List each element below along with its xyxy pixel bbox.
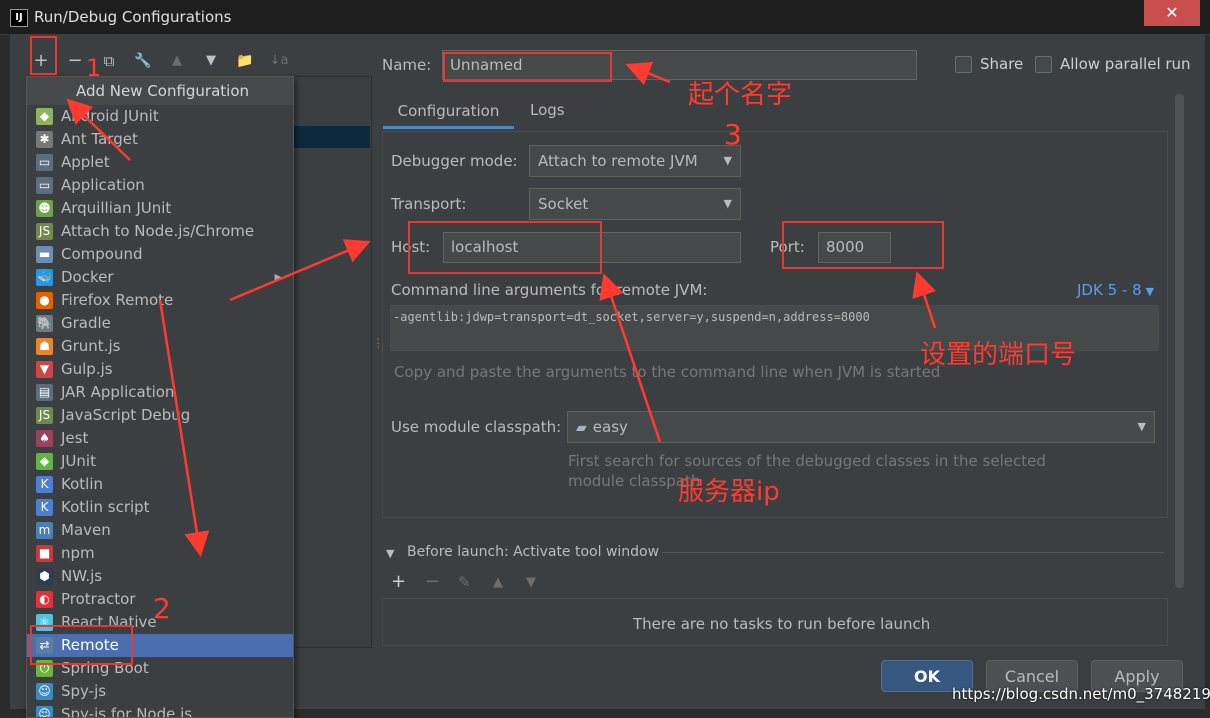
arrow-to-remote xyxy=(158,299,210,557)
arrow-to-host xyxy=(229,239,371,302)
arrow-to-name xyxy=(625,61,671,86)
arrow-to-port xyxy=(912,271,937,329)
arrow-to-popup xyxy=(66,98,131,161)
watermark-text: https://blog.csdn.net/m0_37482190 xyxy=(952,685,1210,703)
arrow-to-host-field xyxy=(599,273,662,443)
annotation-arrows xyxy=(66,61,937,557)
